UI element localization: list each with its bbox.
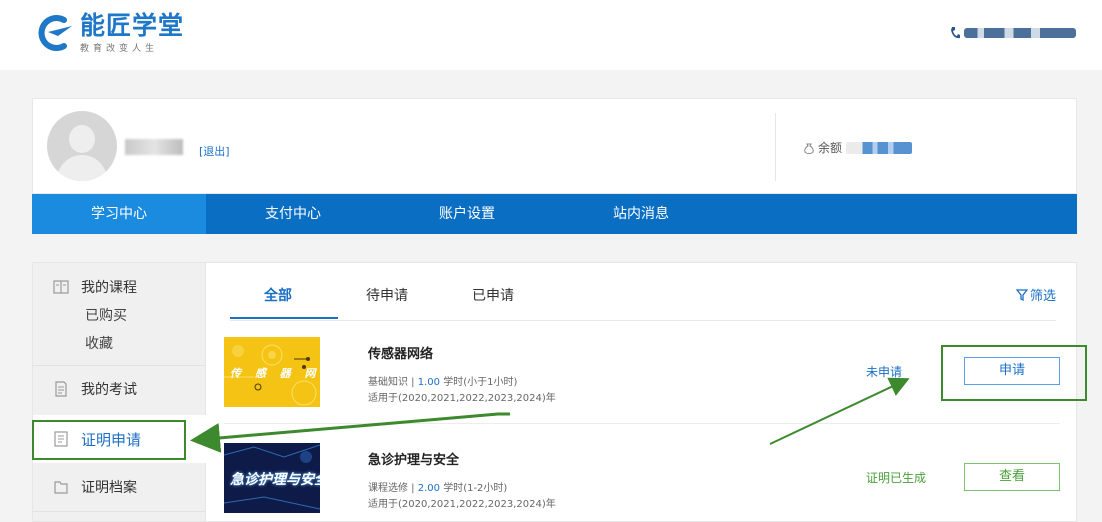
- course-category: 基础知识: [368, 377, 408, 388]
- sidebar-group-courses: 我的课程 已购买 收藏: [33, 277, 205, 353]
- sidebar-group-exams: 我的考试: [33, 379, 205, 399]
- main-nav: 学习中心 支付中心 账户设置 站内消息: [32, 194, 1077, 234]
- sidebar-group-archive: 证明档案: [33, 477, 205, 497]
- course-row: 传 感 器 网 络 传感器网络 基础知识 | 1.00 学时(小于1小时) 适用…: [224, 337, 1060, 431]
- avatar: [47, 111, 117, 181]
- profile-divider: [775, 113, 776, 181]
- balance-label: 余额: [818, 141, 843, 155]
- nav-site-messages[interactable]: 站内消息: [554, 194, 728, 234]
- nav-account-settings[interactable]: 账户设置: [380, 194, 554, 234]
- exam-paper-icon: [55, 381, 67, 397]
- brand-title: 能匠学堂: [80, 11, 185, 40]
- active-tab-indicator: [230, 317, 338, 319]
- sidebar-item-favorites[interactable]: 收藏: [85, 333, 205, 353]
- row-divider: [224, 423, 1060, 424]
- book-icon: [53, 280, 69, 294]
- nav-learning-center[interactable]: 学习中心: [32, 194, 206, 234]
- view-button[interactable]: 查看: [964, 463, 1060, 491]
- course-hours: 2.00: [417, 483, 440, 494]
- course-meta: 课程选修 | 2.00 学时(1-2小时): [368, 483, 508, 494]
- phone-number-redacted: [964, 28, 1076, 38]
- sidebar-label-my-courses: 我的课程: [81, 280, 137, 296]
- sidebar-item-my-courses[interactable]: 我的课程: [33, 277, 205, 297]
- sidebar-item-certificate-archive[interactable]: 证明档案: [33, 477, 205, 497]
- top-bar: 能匠学堂 教育改变人生: [0, 0, 1102, 70]
- course-hours-unit: 学时: [443, 377, 464, 388]
- course-duration: (小于1小时): [463, 377, 518, 388]
- tab-applied[interactable]: 已申请: [472, 285, 514, 305]
- money-bag-icon: [804, 143, 814, 154]
- course-duration: (1-2小时): [463, 483, 508, 494]
- annotation-box-sidebar: [32, 420, 186, 460]
- thumbnail-caption: 传 感 器 网 络: [230, 367, 320, 380]
- username-redacted: [125, 139, 183, 155]
- balance-value-redacted: [846, 141, 913, 154]
- sidebar-divider: [33, 511, 205, 512]
- site-logo[interactable]: 能匠学堂 教育改变人生: [34, 12, 184, 54]
- funnel-icon: [1015, 288, 1028, 301]
- annotation-box-apply: [941, 345, 1087, 401]
- sidebar-item-my-exams[interactable]: 我的考试: [33, 379, 205, 399]
- thumbnail-caption: 急诊护理与安全: [230, 472, 320, 488]
- nav-payment-center[interactable]: 支付中心: [206, 194, 380, 234]
- course-title[interactable]: 急诊护理与安全: [368, 449, 459, 468]
- sidebar: 我的课程 已购买 收藏 我的考试 证明申请 证明档案: [32, 262, 207, 522]
- filter-label: 筛选: [1029, 289, 1056, 304]
- brand-slogan: 教育改变人生: [80, 44, 159, 54]
- course-hours: 1.00: [417, 377, 440, 388]
- filter-button[interactable]: 筛选: [1015, 285, 1056, 304]
- tab-pending[interactable]: 待申请: [366, 285, 408, 305]
- course-thumbnail[interactable]: 传 感 器 网 络: [224, 337, 320, 407]
- course-meta: 基础知识 | 1.00 学时(小于1小时): [368, 377, 518, 388]
- logout-link[interactable]: [退出]: [199, 143, 230, 159]
- course-row: 急诊护理与安全 急诊护理与安全 课程选修 | 2.00 学时(1-2小时) 适用…: [224, 443, 1060, 522]
- logo-mark-icon: [38, 15, 72, 51]
- course-category: 课程选修: [368, 483, 408, 494]
- status-tabs: 全部 待申请 已申请 筛选: [230, 263, 1056, 321]
- status-label: 未申请: [866, 365, 903, 379]
- profile-card: [退出] 余额: [32, 98, 1077, 194]
- course-title[interactable]: 传感器网络: [368, 343, 433, 362]
- course-years: 适用于(2020,2021,2022,2023,2024)年: [368, 393, 556, 404]
- hotline: [950, 26, 1076, 40]
- course-thumbnail[interactable]: 急诊护理与安全: [224, 443, 320, 513]
- phone-icon: [951, 27, 960, 39]
- sidebar-divider: [33, 365, 205, 366]
- sidebar-item-purchased[interactable]: 已购买: [85, 305, 205, 325]
- course-years: 适用于(2020,2021,2022,2023,2024)年: [368, 499, 556, 510]
- sidebar-label-my-exams: 我的考试: [81, 382, 137, 398]
- tab-all[interactable]: 全部: [264, 285, 292, 305]
- sidebar-label-certificate-archive: 证明档案: [81, 480, 137, 496]
- status-label: 证明已生成: [866, 471, 927, 485]
- course-hours-unit: 学时: [443, 483, 464, 494]
- folder-icon: [54, 481, 68, 494]
- balance: 余额: [803, 139, 913, 156]
